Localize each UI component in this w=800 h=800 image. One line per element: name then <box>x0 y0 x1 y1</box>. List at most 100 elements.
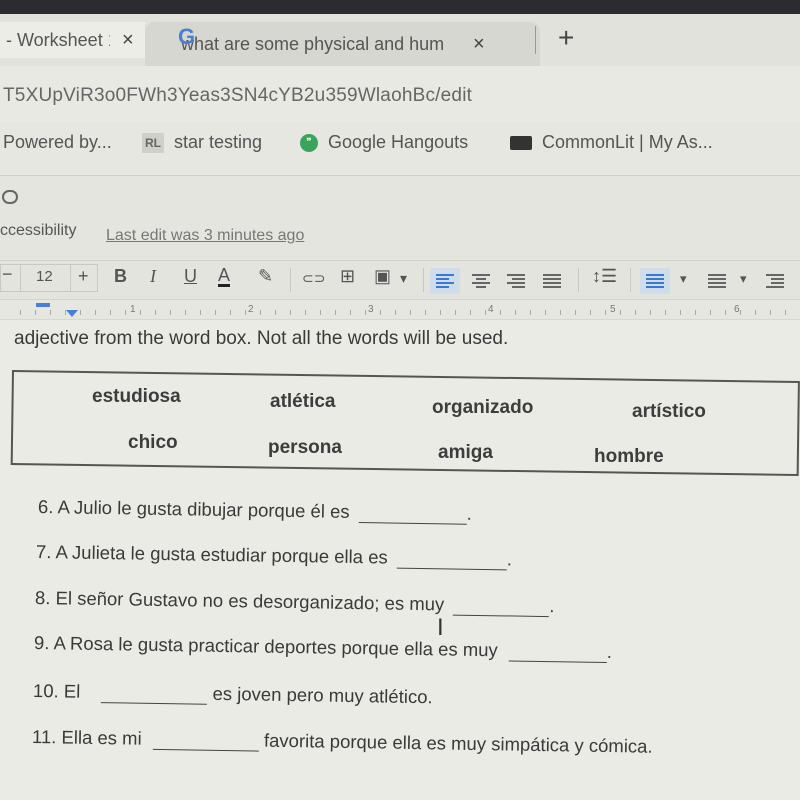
ruler-tick <box>425 310 426 315</box>
ruler-number: 3 <box>368 304 374 315</box>
increase-font-size-button[interactable]: + <box>78 266 89 287</box>
answer-blank[interactable] <box>101 689 208 705</box>
decrease-font-size-button[interactable]: − <box>2 264 13 285</box>
decrease-indent-icon[interactable] <box>766 274 784 290</box>
docs-header <box>0 176 800 258</box>
ruler-tick <box>140 310 141 315</box>
ruler-tick <box>275 310 276 315</box>
ruler-tick <box>350 310 351 315</box>
ruler-tick <box>365 310 366 315</box>
ruler-tick <box>710 310 711 315</box>
add-comment-icon[interactable]: ⊞ <box>340 266 355 287</box>
ruler-tick <box>20 310 21 315</box>
ruler-tick <box>260 310 261 315</box>
question-text: es joven pero muy atlético. <box>212 682 433 708</box>
bookmark-powered-by[interactable]: Powered by... <box>3 132 112 153</box>
divider <box>20 264 21 292</box>
insert-image-icon[interactable]: ▣ <box>374 266 391 287</box>
ruler-tick <box>395 310 396 315</box>
instruction-text: adjective from the word box. Not all the… <box>14 328 509 349</box>
word-box-item: persona <box>268 437 342 458</box>
ruler-tick <box>620 310 621 315</box>
rl-icon: RL <box>142 132 164 153</box>
divider <box>70 264 71 292</box>
ruler-tick <box>665 310 666 315</box>
first-line-indent-handle[interactable] <box>36 303 50 307</box>
bookmark-label: Google Hangouts <box>328 132 469 152</box>
link-icon[interactable]: ⊂⊃ <box>302 270 325 287</box>
align-justify-icon[interactable] <box>543 274 561 290</box>
align-left-icon[interactable] <box>436 274 454 290</box>
italic-button[interactable]: I <box>150 266 156 287</box>
ruler-number: 2 <box>248 304 254 315</box>
font-size-input[interactable]: 12 <box>36 268 53 285</box>
cloud-saved-icon[interactable] <box>2 190 18 204</box>
ruler-tick <box>650 310 651 315</box>
ruler-tick <box>470 310 471 315</box>
question-text: . <box>606 641 613 663</box>
question-text: El <box>63 680 81 702</box>
ruler-tick <box>530 310 531 315</box>
ruler-tick <box>305 310 306 315</box>
url-field[interactable]: T5XUpViR3o0FWh3Yeas3SN4cYB2u359WlaohBc/e… <box>3 85 472 107</box>
ruler-tick <box>125 310 126 315</box>
tab-worksheet[interactable]: - Worksheet 1 × <box>0 22 145 58</box>
close-icon[interactable]: × <box>473 33 485 56</box>
ruler-tick <box>770 310 771 315</box>
ruler-tick <box>35 310 36 315</box>
ruler-tick <box>455 310 456 315</box>
screen-bezel <box>0 0 800 14</box>
divider <box>290 268 291 292</box>
ruler-tick <box>230 310 231 315</box>
last-edit-link[interactable]: Last edit was 3 minutes ago <box>106 227 304 245</box>
tab-label: - Worksheet 1 <box>6 29 110 50</box>
ruler-tick <box>200 310 201 315</box>
bookmark-star-testing[interactable]: RL star testing <box>142 132 262 153</box>
bookmark-google-hangouts[interactable]: ❞ Google Hangouts <box>300 132 468 153</box>
google-favicon-icon: G <box>178 24 196 49</box>
close-icon[interactable]: × <box>122 29 134 52</box>
ruler-tick <box>440 310 441 315</box>
answer-blank[interactable] <box>453 601 550 618</box>
ruler-number: 5 <box>610 304 616 315</box>
bulleted-list-icon[interactable] <box>708 274 726 290</box>
new-tab-button[interactable]: + <box>558 22 574 54</box>
answer-blank[interactable] <box>358 509 467 525</box>
ruler-tick <box>50 310 51 315</box>
answer-blank[interactable] <box>508 647 607 663</box>
ruler-tick <box>635 310 636 315</box>
answer-blank[interactable] <box>396 554 507 571</box>
align-right-icon[interactable] <box>507 274 525 290</box>
ruler-tick <box>515 310 516 315</box>
answer-blank[interactable] <box>152 735 259 752</box>
ruler-tick <box>335 310 336 315</box>
highlight-pen-icon[interactable]: ✎ <box>258 266 273 287</box>
left-indent-handle[interactable] <box>66 310 78 317</box>
question-text: Ella es mi <box>61 726 142 749</box>
ruler-tick <box>110 310 111 315</box>
divider <box>578 268 579 292</box>
chevron-down-icon[interactable]: ▾ <box>680 271 687 287</box>
ruler-tick <box>560 310 561 315</box>
question-number: 8. <box>34 587 51 609</box>
ruler-tick <box>740 310 741 315</box>
question-text: . <box>549 595 555 617</box>
ruler-number: 6 <box>734 304 740 315</box>
text-color-button[interactable]: A <box>218 266 231 287</box>
menu-accessibility[interactable]: ccessibility <box>0 222 76 240</box>
align-center-icon[interactable] <box>472 274 490 290</box>
underline-button[interactable]: U <box>184 266 197 287</box>
bookmark-commonlit[interactable]: CommonLit | My As... <box>510 132 713 153</box>
chevron-down-icon[interactable]: ▾ <box>400 270 407 287</box>
numbered-list-icon[interactable] <box>646 274 664 290</box>
divider <box>423 268 424 292</box>
bold-button[interactable]: B <box>114 266 127 287</box>
word-box-item: chico <box>128 432 178 453</box>
question-text: . <box>466 502 473 524</box>
ruler-tick <box>245 310 246 315</box>
question-text: A Julio le gusta dibujar porque él es <box>57 496 350 522</box>
chevron-down-icon[interactable]: ▾ <box>740 271 747 287</box>
line-spacing-icon[interactable]: ↕☰ <box>592 266 617 287</box>
tab-google-search[interactable]: what are some physical and hum × <box>145 22 540 66</box>
question-number: 6. <box>37 496 54 518</box>
